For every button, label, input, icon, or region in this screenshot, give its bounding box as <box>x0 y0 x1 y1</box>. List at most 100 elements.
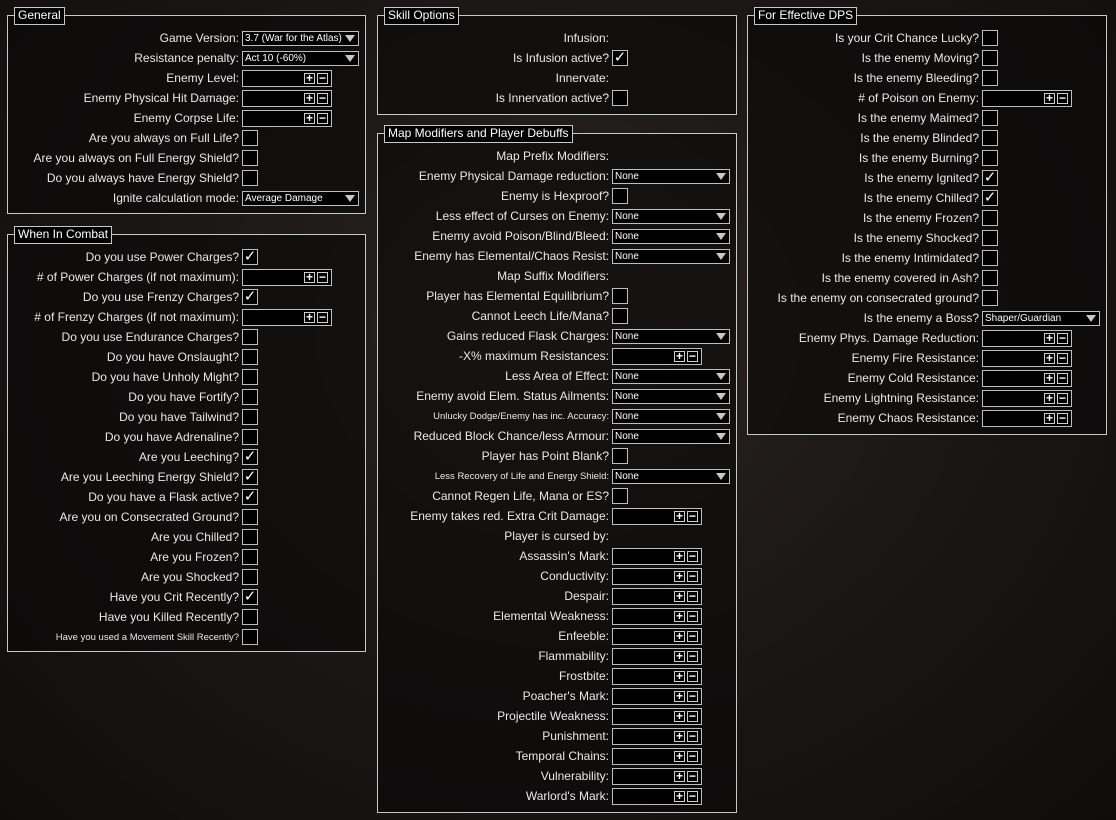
is-the-enemy-frozen-checkbox[interactable] <box>982 210 998 226</box>
plus-icon[interactable]: + <box>674 750 685 762</box>
plus-icon[interactable]: + <box>304 311 315 323</box>
plus-icon[interactable]: + <box>674 510 685 522</box>
enemy-chaos-resistance-number-input[interactable]: + − <box>982 410 1072 427</box>
plus-icon[interactable]: + <box>1044 372 1055 384</box>
enemy-fire-resistance-number-input[interactable]: + − <box>982 350 1072 367</box>
have-you-used-a-movement-skill-recently-checkbox[interactable] <box>242 629 258 645</box>
are-you-always-on-full-life-checkbox[interactable] <box>242 130 258 146</box>
is-the-enemy-chilled-checkbox[interactable]: ✓ <box>982 190 998 206</box>
of-power-charges-if-not-maximum-number-input[interactable]: + − <box>242 269 332 286</box>
plus-icon[interactable]: + <box>1044 92 1055 104</box>
do-you-use-frenzy-charges-checkbox[interactable]: ✓ <box>242 289 258 305</box>
ignite-calculation-mode-dropdown[interactable]: Average Damage <box>242 191 359 206</box>
unlucky-dodge-enemy-has-inc-accuracy-dropdown[interactable]: None <box>612 409 730 424</box>
frostbite-number-input[interactable]: + − <box>612 668 702 685</box>
is-your-crit-chance-lucky-checkbox[interactable] <box>982 30 998 46</box>
of-frenzy-charges-if-not-maximum-number-input[interactable]: + − <box>242 309 332 326</box>
gains-reduced-flask-charges-dropdown[interactable]: None <box>612 329 730 344</box>
minus-icon[interactable]: − <box>317 311 328 323</box>
plus-icon[interactable]: + <box>674 610 685 622</box>
plus-icon[interactable]: + <box>674 690 685 702</box>
plus-icon[interactable]: + <box>304 92 315 104</box>
plus-icon[interactable]: + <box>674 630 685 642</box>
plus-icon[interactable]: + <box>674 590 685 602</box>
minus-icon[interactable]: − <box>317 112 328 124</box>
flammability-number-input[interactable]: + − <box>612 648 702 665</box>
enemy-corpse-life-number-input[interactable]: + − <box>242 110 332 127</box>
less-recovery-of-life-and-energy-shield-dropdown[interactable]: None <box>612 469 730 484</box>
do-you-always-have-energy-shield-checkbox[interactable] <box>242 170 258 186</box>
is-the-enemy-shocked-checkbox[interactable] <box>982 230 998 246</box>
punishment-number-input[interactable]: + − <box>612 728 702 745</box>
minus-icon[interactable]: − <box>1057 392 1068 404</box>
plus-icon[interactable]: + <box>674 790 685 802</box>
player-has-point-blank-checkbox[interactable] <box>612 448 628 464</box>
minus-icon[interactable]: − <box>317 72 328 84</box>
plus-icon[interactable]: + <box>304 271 315 283</box>
temporal-chains-number-input[interactable]: + − <box>612 748 702 765</box>
minus-icon[interactable]: − <box>317 92 328 104</box>
cannot-leech-life-mana-checkbox[interactable] <box>612 308 628 324</box>
is-the-enemy-bleeding-checkbox[interactable] <box>982 70 998 86</box>
reduced-block-chance-less-armour-dropdown[interactable]: None <box>612 429 730 444</box>
plus-icon[interactable]: + <box>674 350 685 362</box>
enemy-has-elemental-chaos-resist-dropdown[interactable]: None <box>612 249 730 264</box>
minus-icon[interactable]: − <box>687 550 698 562</box>
is-the-enemy-moving-checkbox[interactable] <box>982 50 998 66</box>
enemy-physical-hit-damage-number-input[interactable]: + − <box>242 90 332 107</box>
plus-icon[interactable]: + <box>674 670 685 682</box>
minus-icon[interactable]: − <box>687 710 698 722</box>
enemy-lightning-resistance-number-input[interactable]: + − <box>982 390 1072 407</box>
have-you-killed-recently-checkbox[interactable] <box>242 609 258 625</box>
is-the-enemy-burning-checkbox[interactable] <box>982 150 998 166</box>
are-you-always-on-full-energy-shield-checkbox[interactable] <box>242 150 258 166</box>
minus-icon[interactable]: − <box>687 730 698 742</box>
cannot-regen-life-mana-or-es-checkbox[interactable] <box>612 488 628 504</box>
minus-icon[interactable]: − <box>687 510 698 522</box>
minus-icon[interactable]: − <box>687 610 698 622</box>
player-has-elemental-equilibrium-checkbox[interactable] <box>612 288 628 304</box>
less-area-of-effect-dropdown[interactable]: None <box>612 369 730 384</box>
enfeeble-number-input[interactable]: + − <box>612 628 702 645</box>
is-the-enemy-maimed-checkbox[interactable] <box>982 110 998 126</box>
enemy-cold-resistance-number-input[interactable]: + − <box>982 370 1072 387</box>
are-you-frozen-checkbox[interactable] <box>242 549 258 565</box>
do-you-have-tailwind-checkbox[interactable] <box>242 409 258 425</box>
are-you-shocked-checkbox[interactable] <box>242 569 258 585</box>
plus-icon[interactable]: + <box>674 650 685 662</box>
plus-icon[interactable]: + <box>304 72 315 84</box>
is-the-enemy-intimidated-checkbox[interactable] <box>982 250 998 266</box>
minus-icon[interactable]: − <box>687 690 698 702</box>
minus-icon[interactable]: − <box>687 570 698 582</box>
plus-icon[interactable]: + <box>674 710 685 722</box>
enemy-avoid-elem-status-ailments-dropdown[interactable]: None <box>612 389 730 404</box>
enemy-avoid-poison-blind-bleed-dropdown[interactable]: None <box>612 229 730 244</box>
plus-icon[interactable]: + <box>1044 412 1055 424</box>
minus-icon[interactable]: − <box>1057 352 1068 364</box>
is-the-enemy-covered-in-ash-checkbox[interactable] <box>982 270 998 286</box>
are-you-chilled-checkbox[interactable] <box>242 529 258 545</box>
minus-icon[interactable]: − <box>1057 372 1068 384</box>
are-you-leeching-energy-shield-checkbox[interactable]: ✓ <box>242 469 258 485</box>
game-version-dropdown[interactable]: 3.7 (War for the Atlas) <box>242 31 359 46</box>
is-the-enemy-a-boss-dropdown[interactable]: Shaper/Guardian <box>982 311 1100 326</box>
vulnerability-number-input[interactable]: + − <box>612 768 702 785</box>
minus-icon[interactable]: − <box>1057 92 1068 104</box>
projectile-weakness-number-input[interactable]: + − <box>612 708 702 725</box>
minus-icon[interactable]: − <box>687 650 698 662</box>
do-you-use-power-charges-checkbox[interactable]: ✓ <box>242 249 258 265</box>
is-the-enemy-blinded-checkbox[interactable] <box>982 130 998 146</box>
conductivity-number-input[interactable]: + − <box>612 568 702 585</box>
enemy-is-hexproof-checkbox[interactable] <box>612 188 628 204</box>
poacher-s-mark-number-input[interactable]: + − <box>612 688 702 705</box>
do-you-have-onslaught-checkbox[interactable] <box>242 349 258 365</box>
plus-icon[interactable]: + <box>674 550 685 562</box>
minus-icon[interactable]: − <box>687 670 698 682</box>
do-you-have-unholy-might-checkbox[interactable] <box>242 369 258 385</box>
minus-icon[interactable]: − <box>1057 412 1068 424</box>
enemy-physical-damage-reduction-dropdown[interactable]: None <box>612 169 730 184</box>
plus-icon[interactable]: + <box>1044 392 1055 404</box>
less-effect-of-curses-on-enemy-dropdown[interactable]: None <box>612 209 730 224</box>
is-infusion-active-checkbox[interactable]: ✓ <box>612 50 628 66</box>
resistance-penalty-dropdown[interactable]: Act 10 (-60%) <box>242 51 359 66</box>
